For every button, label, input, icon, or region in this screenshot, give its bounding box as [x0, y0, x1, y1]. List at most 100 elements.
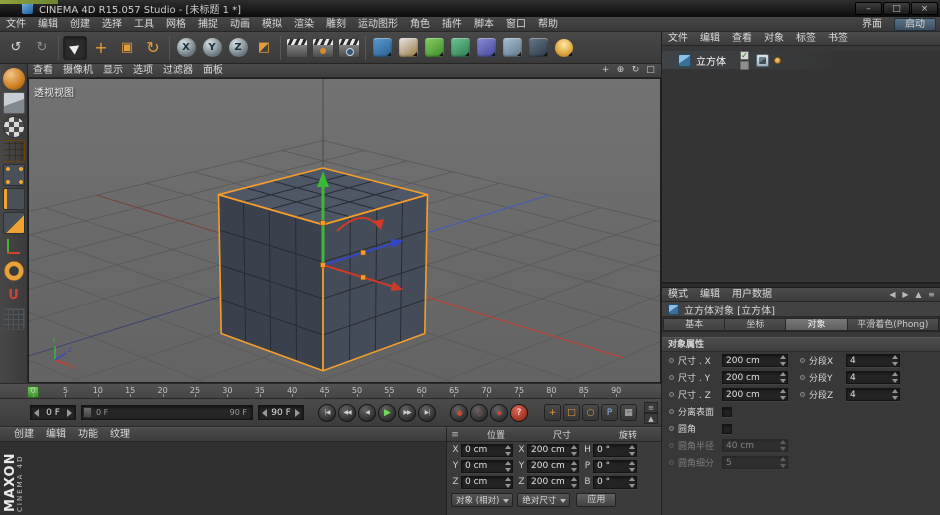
add-sky-icon[interactable]: [474, 36, 498, 60]
end-frame-field[interactable]: 90 F: [258, 405, 304, 420]
coordinate-system-icon[interactable]: ◩: [252, 36, 276, 60]
menu-item-8[interactable]: 模拟: [256, 17, 288, 32]
rotation-b-field[interactable]: 0 °: [593, 476, 637, 489]
enable-axis-icon[interactable]: [3, 236, 25, 258]
anim-dot-icon[interactable]: [669, 460, 674, 465]
rotation-h-field-spinner[interactable]: [628, 445, 635, 456]
toggle-view-icon[interactable]: □: [643, 64, 658, 77]
keyframe-selection-button[interactable]: ◆: [490, 404, 508, 422]
anim-dot-icon[interactable]: [800, 392, 805, 397]
size-x-field-spinner[interactable]: [570, 445, 577, 456]
menu-item-3[interactable]: 选择: [96, 17, 128, 32]
pan-view-icon[interactable]: +: [598, 64, 613, 77]
maximize-button[interactable]: □: [883, 2, 910, 15]
record-keyframe-button[interactable]: ●: [450, 404, 468, 422]
object-name[interactable]: 立方体: [696, 53, 726, 68]
segments-z-field-spinner[interactable]: [891, 389, 898, 400]
menu-item-0[interactable]: 文件: [0, 17, 32, 32]
anim-dot-icon[interactable]: [800, 375, 805, 380]
end-step-right-icon[interactable]: [295, 409, 300, 417]
om-menu-4[interactable]: 标签: [790, 31, 822, 46]
editor-visible-icon[interactable]: ✓: [740, 51, 749, 60]
material-menu-2[interactable]: 功能: [72, 427, 104, 442]
menu-item-6[interactable]: 捕捉: [192, 17, 224, 32]
goto-end-button[interactable]: ▶|: [418, 404, 436, 422]
points-mode-icon[interactable]: [3, 164, 25, 186]
menu-item-14[interactable]: 脚本: [468, 17, 500, 32]
add-array-icon[interactable]: [448, 36, 472, 60]
rotate-tool-icon[interactable]: ↻: [141, 36, 165, 60]
move-tool-icon[interactable]: +: [89, 36, 113, 60]
segments-y-field-spinner[interactable]: [891, 372, 898, 383]
om-menu-2[interactable]: 查看: [726, 31, 758, 46]
previous-frame-button[interactable]: ◀: [358, 404, 376, 422]
rotation-p-field[interactable]: 0 °: [593, 460, 637, 473]
position-z-field-spinner[interactable]: [504, 477, 511, 488]
anim-dot-icon[interactable]: [800, 358, 805, 363]
record-rotation-toggle[interactable]: ○: [582, 404, 599, 421]
rotation-h-field[interactable]: 0 °: [593, 444, 637, 457]
menu-item-16[interactable]: 帮助: [532, 17, 564, 32]
anim-dot-icon[interactable]: [669, 392, 674, 397]
anim-dot-icon[interactable]: [669, 409, 674, 414]
object-row-cube[interactable]: 立方体 ✓: [662, 51, 940, 69]
menu-item-10[interactable]: 雕刻: [320, 17, 352, 32]
material-menu-3[interactable]: 纹理: [104, 427, 136, 442]
anim-dot-icon[interactable]: [669, 375, 674, 380]
goto-start-button[interactable]: |◀: [318, 404, 336, 422]
menu-item-4[interactable]: 工具: [128, 17, 160, 32]
make-editable-icon[interactable]: [3, 68, 25, 90]
om-menu-1[interactable]: 编辑: [694, 31, 726, 46]
viewport-menu-4[interactable]: 过滤器: [158, 63, 198, 78]
anim-dot-icon[interactable]: [669, 443, 674, 448]
play-button[interactable]: ▶: [378, 404, 396, 422]
undo-icon[interactable]: ↺: [4, 36, 28, 60]
viewport-scene[interactable]: YXZ: [29, 79, 660, 382]
position-mode-dropdown[interactable]: 对象 (相对): [451, 493, 513, 507]
record-scale-toggle[interactable]: □: [563, 404, 580, 421]
menu-item-7[interactable]: 动画: [224, 17, 256, 32]
interface-menu[interactable]: 界面: [856, 17, 888, 32]
range-slider-handle[interactable]: [83, 407, 92, 418]
back-icon[interactable]: ◀: [886, 289, 899, 301]
segments-x-field-spinner[interactable]: [891, 355, 898, 366]
viewport-label[interactable]: 透视视图: [34, 84, 74, 99]
viewport-menu-5[interactable]: 面板: [198, 63, 228, 78]
add-floor-icon[interactable]: [500, 36, 524, 60]
layout-select-button[interactable]: 启动: [894, 18, 936, 31]
viewport-menu-1[interactable]: 摄像机: [58, 63, 98, 78]
timeline-ruler[interactable]: 051015202530354045505560657075808590: [0, 383, 661, 399]
record-position-toggle[interactable]: +: [544, 404, 561, 421]
edges-mode-icon[interactable]: [3, 188, 25, 210]
menu-item-15[interactable]: 窗口: [500, 17, 532, 32]
frame-step-right-icon[interactable]: [67, 409, 72, 417]
separate-surfaces-checkbox[interactable]: [722, 407, 732, 417]
viewport-menu-2[interactable]: 显示: [98, 63, 128, 78]
redo-icon[interactable]: ↻: [30, 36, 54, 60]
anim-dot-icon[interactable]: [669, 426, 674, 431]
section-header[interactable]: 对象属性: [662, 337, 940, 352]
menu-item-1[interactable]: 编辑: [32, 17, 64, 32]
timeline-up-button[interactable]: ▲: [644, 413, 658, 424]
size-z-field[interactable]: 200 cm: [722, 388, 788, 401]
material-menu-1[interactable]: 编辑: [40, 427, 72, 442]
cube-object-icon[interactable]: [678, 54, 691, 67]
object-manager[interactable]: 立方体 ✓: [662, 51, 940, 283]
lock-y-axis-icon[interactable]: Y: [200, 36, 224, 60]
viewport-solo-icon[interactable]: [3, 260, 25, 282]
om-menu-3[interactable]: 对象: [758, 31, 790, 46]
add-subdivision-icon[interactable]: [422, 36, 446, 60]
phong-tag-icon[interactable]: [756, 54, 769, 67]
om-menu-5[interactable]: 书签: [822, 31, 854, 46]
segments-x-field[interactable]: 4: [846, 354, 900, 367]
current-frame-field[interactable]: 0 F: [30, 405, 76, 420]
menu-item-9[interactable]: 渲染: [288, 17, 320, 32]
record-pla-toggle[interactable]: ▦: [620, 404, 637, 421]
model-mode-icon[interactable]: [3, 92, 25, 114]
om-menu-0[interactable]: 文件: [662, 31, 694, 46]
next-frame-button[interactable]: ▶▶: [398, 404, 416, 422]
rotation-b-field-spinner[interactable]: [628, 477, 635, 488]
size-z-field-spinner[interactable]: [779, 389, 786, 400]
menu-item-11[interactable]: 运动图形: [352, 17, 404, 32]
position-y-field-spinner[interactable]: [504, 461, 511, 472]
